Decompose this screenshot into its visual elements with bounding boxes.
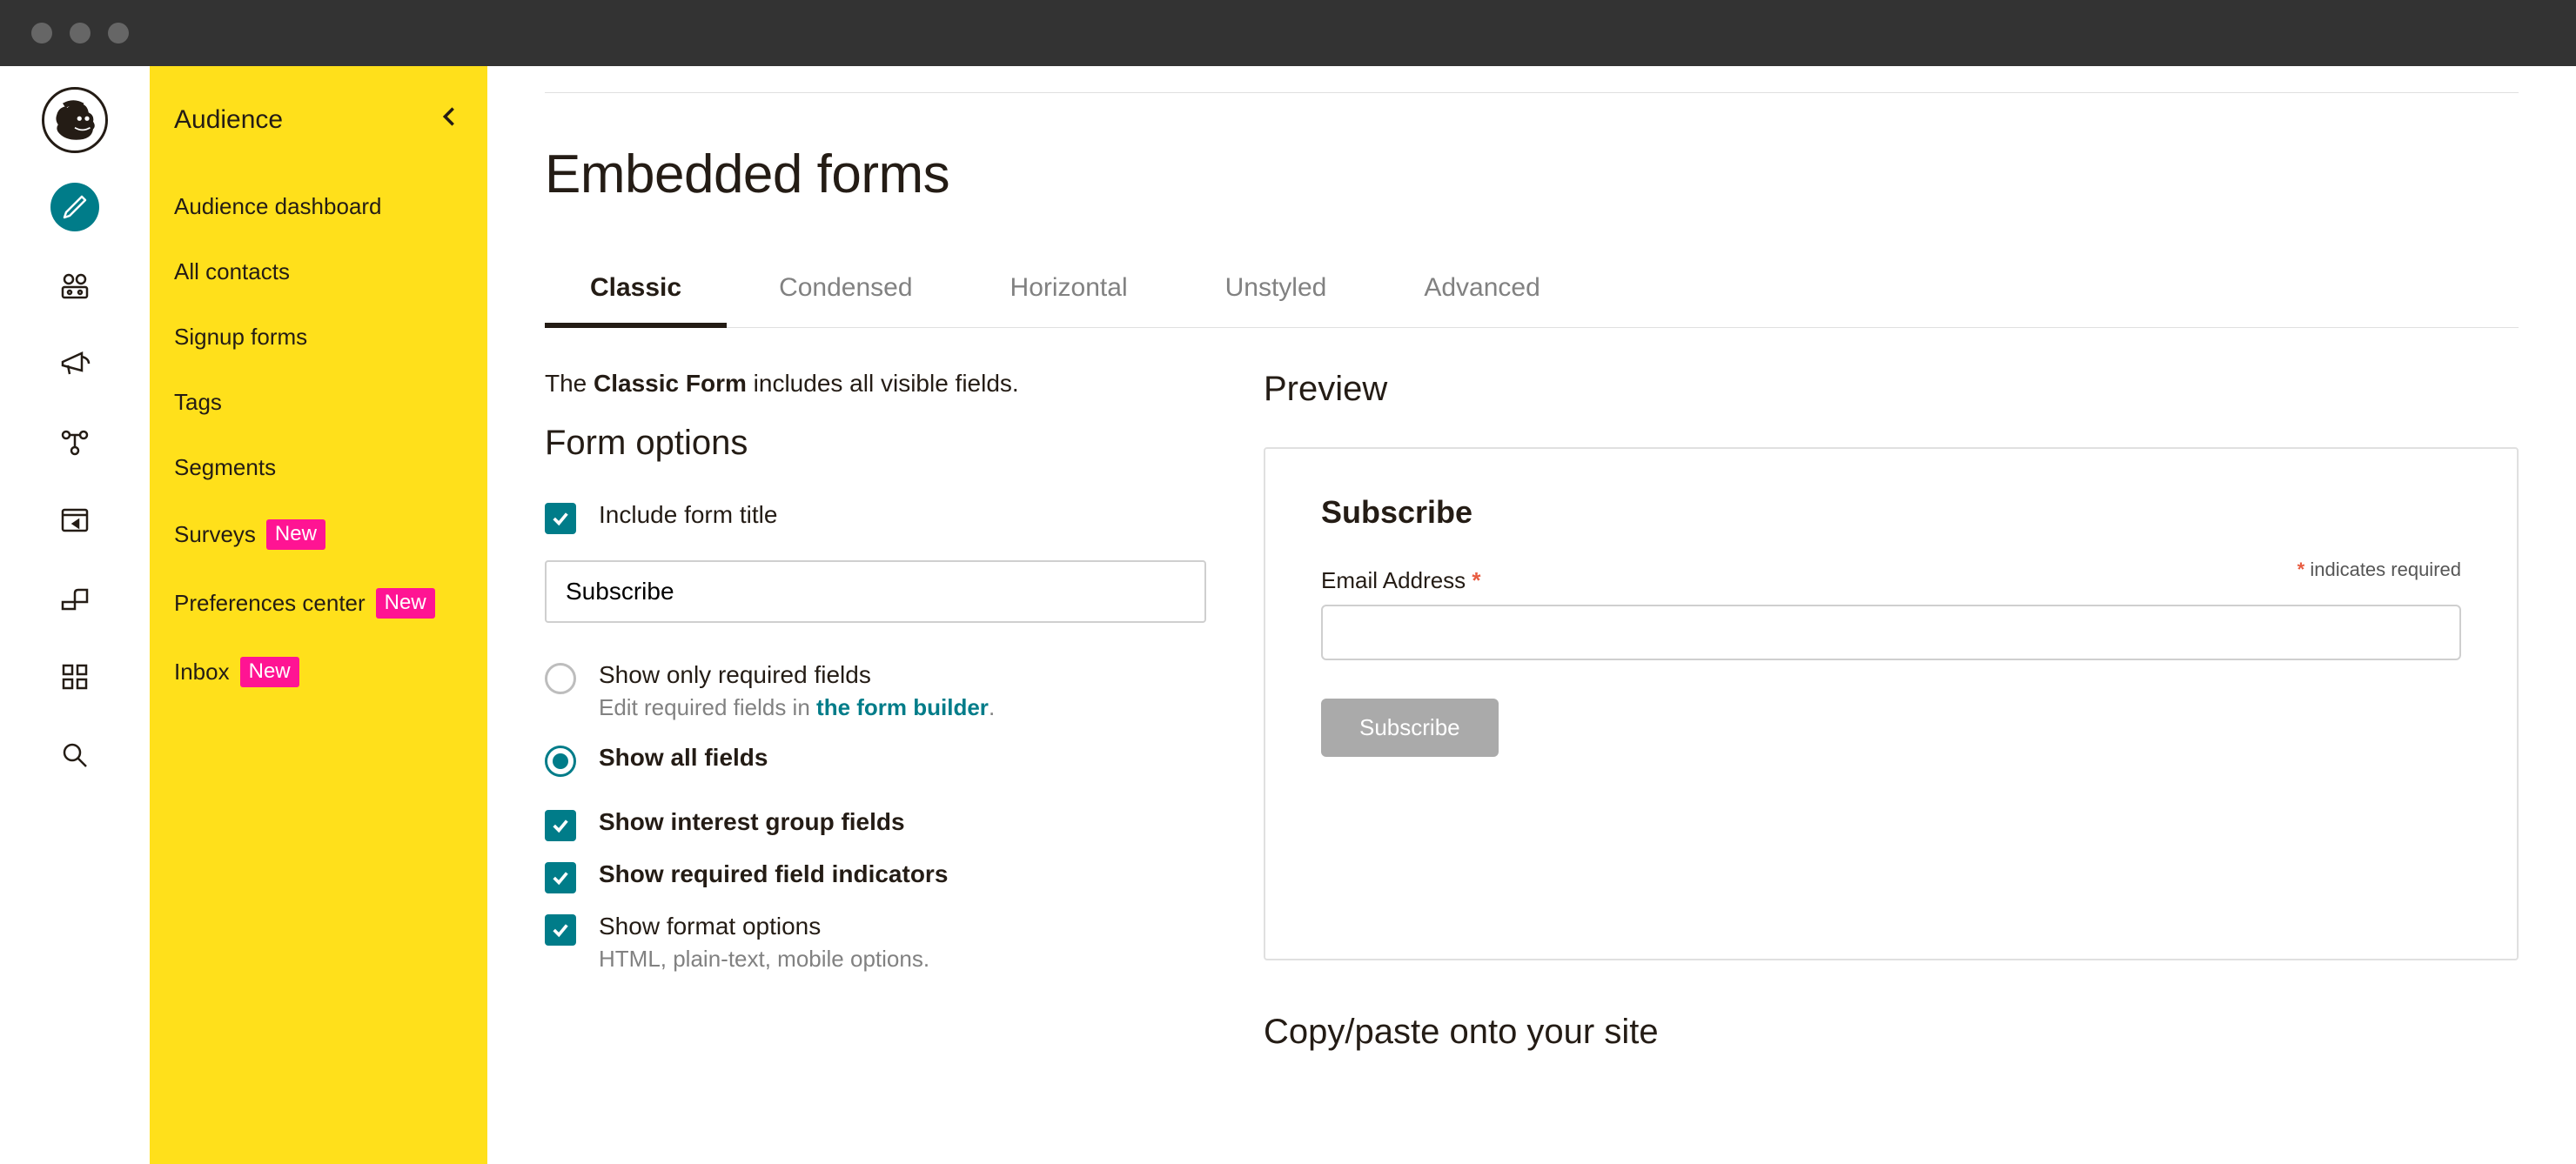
megaphone-icon [57, 346, 92, 381]
page-title: Embedded forms [545, 144, 2519, 205]
rail-automations[interactable] [50, 418, 99, 466]
content-icon [57, 581, 92, 616]
check-icon [551, 816, 570, 835]
interest-groups-label: Show interest group fields [599, 808, 905, 836]
email-input[interactable] [1321, 605, 2461, 660]
rail-content[interactable] [50, 574, 99, 623]
rail-search[interactable] [50, 731, 99, 779]
sidebar-item-inbox[interactable]: Inbox New [150, 638, 487, 706]
required-note: * indicates required [2298, 559, 2461, 581]
sidebar-item-label: Surveys [174, 521, 256, 548]
sidebar-item-all-contacts[interactable]: All contacts [150, 239, 487, 304]
interest-groups-checkbox[interactable] [545, 810, 576, 841]
tab-condensed[interactable]: Condensed [772, 273, 919, 327]
format-options-sublabel: HTML, plain-text, mobile options. [599, 946, 929, 973]
search-icon [57, 738, 92, 773]
tab-advanced[interactable]: Advanced [1417, 273, 1546, 327]
copy-paste-heading: Copy/paste onto your site [1264, 1013, 2519, 1052]
form-title-input[interactable] [545, 560, 1206, 623]
sidebar-item-label: Audience dashboard [174, 193, 382, 220]
required-indicators-checkbox[interactable] [545, 862, 576, 893]
include-title-label: Include form title [599, 501, 777, 529]
preview-box: Subscribe * indicates required Email Add… [1264, 447, 2519, 960]
preview-form-title: Subscribe [1321, 494, 2461, 531]
sidebar-item-signup-forms[interactable]: Signup forms [150, 304, 487, 370]
main-content: Embedded forms Classic Condensed Horizon… [487, 66, 2576, 1164]
show-all-radio[interactable] [545, 746, 576, 777]
brand-logo[interactable] [42, 87, 108, 153]
sidebar-item-label: Preferences center [174, 590, 366, 617]
sidebar-item-tags[interactable]: Tags [150, 370, 487, 435]
sidebar-item-label: Inbox [174, 659, 230, 686]
asterisk-icon: * [1472, 567, 1480, 593]
window-close-icon[interactable] [31, 23, 52, 43]
show-all-label: Show all fields [599, 744, 768, 772]
include-title-checkbox[interactable] [545, 503, 576, 534]
form-options-heading: Form options [545, 424, 1206, 463]
grid-icon [57, 659, 92, 694]
icon-rail [0, 66, 150, 1164]
sidebar-item-label: Signup forms [174, 324, 307, 351]
check-icon [551, 920, 570, 940]
tab-unstyled[interactable]: Unstyled [1218, 273, 1334, 327]
journey-icon [57, 425, 92, 459]
asterisk-icon: * [2298, 559, 2305, 580]
show-required-label: Show only required fields [599, 661, 995, 689]
show-required-sublabel: Edit required fields in the form builder… [599, 694, 995, 721]
new-badge: New [376, 588, 435, 619]
check-icon [551, 868, 570, 887]
sidebar-item-preferences-center[interactable]: Preferences center New [150, 569, 487, 638]
rail-create[interactable] [50, 183, 99, 231]
sidebar-item-audience-dashboard[interactable]: Audience dashboard [150, 174, 487, 239]
rail-campaigns[interactable] [50, 339, 99, 388]
new-badge: New [240, 657, 299, 687]
sidebar: Audience Audience dashboard All contacts… [150, 66, 487, 1164]
sidebar-item-label: Segments [174, 454, 276, 481]
pencil-icon [57, 190, 92, 224]
required-indicators-label: Show required field indicators [599, 860, 948, 888]
rail-integrations[interactable] [50, 652, 99, 701]
chevron-left-icon [440, 104, 458, 129]
top-divider [545, 92, 2519, 93]
format-options-label: Show format options [599, 913, 929, 940]
sidebar-item-segments[interactable]: Segments [150, 435, 487, 500]
classic-description: The Classic Form includes all visible fi… [545, 370, 1206, 398]
rail-website[interactable] [50, 496, 99, 545]
rail-audience[interactable] [50, 261, 99, 310]
audience-icon [57, 268, 92, 303]
tabbar: Classic Condensed Horizontal Unstyled Ad… [545, 273, 2519, 328]
subscribe-button[interactable]: Subscribe [1321, 699, 1499, 757]
email-label: Email Address * [1321, 567, 2461, 594]
preview-heading: Preview [1264, 370, 2519, 409]
form-builder-link[interactable]: the form builder [816, 694, 989, 720]
website-icon [57, 503, 92, 538]
window-controls[interactable] [31, 23, 129, 43]
tab-horizontal[interactable]: Horizontal [1003, 273, 1135, 327]
tab-classic[interactable]: Classic [583, 273, 688, 327]
monkey-icon [50, 96, 99, 144]
sidebar-item-label: All contacts [174, 258, 290, 285]
window-titlebar [0, 0, 2576, 66]
sidebar-item-label: Tags [174, 389, 222, 416]
window-maximize-icon[interactable] [108, 23, 129, 43]
format-options-checkbox[interactable] [545, 914, 576, 946]
sidebar-collapse-button[interactable] [440, 104, 458, 136]
show-required-radio[interactable] [545, 663, 576, 694]
sidebar-title: Audience [174, 105, 283, 135]
sidebar-item-surveys[interactable]: Surveys New [150, 500, 487, 569]
window-minimize-icon[interactable] [70, 23, 91, 43]
new-badge: New [266, 519, 325, 550]
check-icon [551, 509, 570, 528]
